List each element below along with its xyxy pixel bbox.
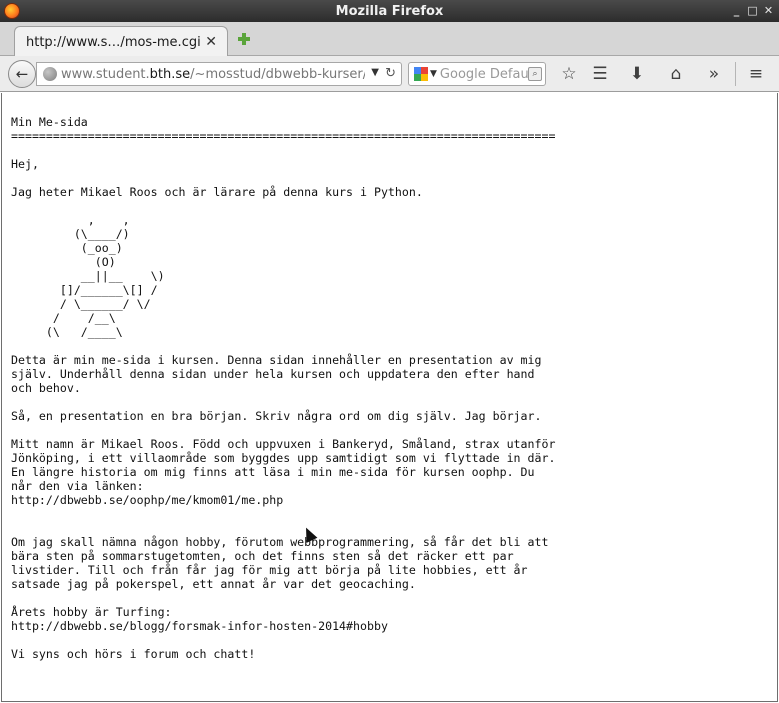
toolbar-divider bbox=[735, 62, 736, 86]
navigation-toolbar: ← www.student.bth.se/~mosstud/dbwebb-kur… bbox=[0, 56, 779, 92]
overflow-icon[interactable]: » bbox=[703, 64, 725, 84]
home-icon[interactable]: ⌂ bbox=[665, 64, 687, 84]
window-title: Mozilla Firefox bbox=[335, 3, 444, 19]
dropdown-icon[interactable]: ▼ bbox=[371, 67, 379, 78]
tab-active[interactable]: http://www.s…/mos-me.cgi ✕ bbox=[14, 26, 228, 57]
download-icon[interactable]: ⬇ bbox=[626, 64, 648, 84]
tab-close-icon[interactable]: ✕ bbox=[205, 34, 217, 50]
back-icon: ← bbox=[15, 65, 29, 83]
tab-strip: http://www.s…/mos-me.cgi ✕ bbox=[0, 22, 779, 57]
window-titlebar: Mozilla Firefox _ □ ✕ bbox=[0, 0, 779, 22]
search-bar[interactable]: ▼ Google Defau ⌕ bbox=[408, 62, 546, 86]
url-host: bth.se bbox=[149, 66, 191, 82]
url-bar[interactable]: www.student.bth.se/~mosstud/dbwebb-kurse… bbox=[36, 62, 402, 86]
magnifier-icon[interactable]: ⌕ bbox=[528, 67, 542, 81]
star-icon[interactable]: ☆ bbox=[558, 64, 580, 84]
reader-icon[interactable]: ☰ bbox=[589, 64, 611, 84]
google-icon bbox=[414, 67, 428, 81]
search-placeholder: Google Defau bbox=[439, 66, 528, 82]
reload-icon[interactable]: ↻ bbox=[385, 66, 396, 81]
minimize-button[interactable]: _ bbox=[729, 3, 744, 18]
menu-icon[interactable]: ≡ bbox=[745, 64, 767, 84]
url-text: www.student.bth.se/~mosstud/dbwebb-kurse… bbox=[61, 66, 365, 82]
maximize-button[interactable]: □ bbox=[745, 3, 760, 18]
close-window-button[interactable]: ✕ bbox=[761, 3, 776, 18]
page-content: Min Me-sida ============================… bbox=[1, 93, 778, 702]
firefox-logo-icon bbox=[4, 3, 20, 19]
page-text: Min Me-sida ============================… bbox=[11, 115, 556, 661]
back-button[interactable]: ← bbox=[8, 60, 36, 88]
new-tab-icon[interactable] bbox=[236, 31, 252, 47]
globe-icon bbox=[43, 67, 57, 81]
tab-label: http://www.s…/mos-me.cgi bbox=[26, 34, 201, 50]
search-engine-dropdown-icon[interactable]: ▼ bbox=[430, 69, 437, 79]
